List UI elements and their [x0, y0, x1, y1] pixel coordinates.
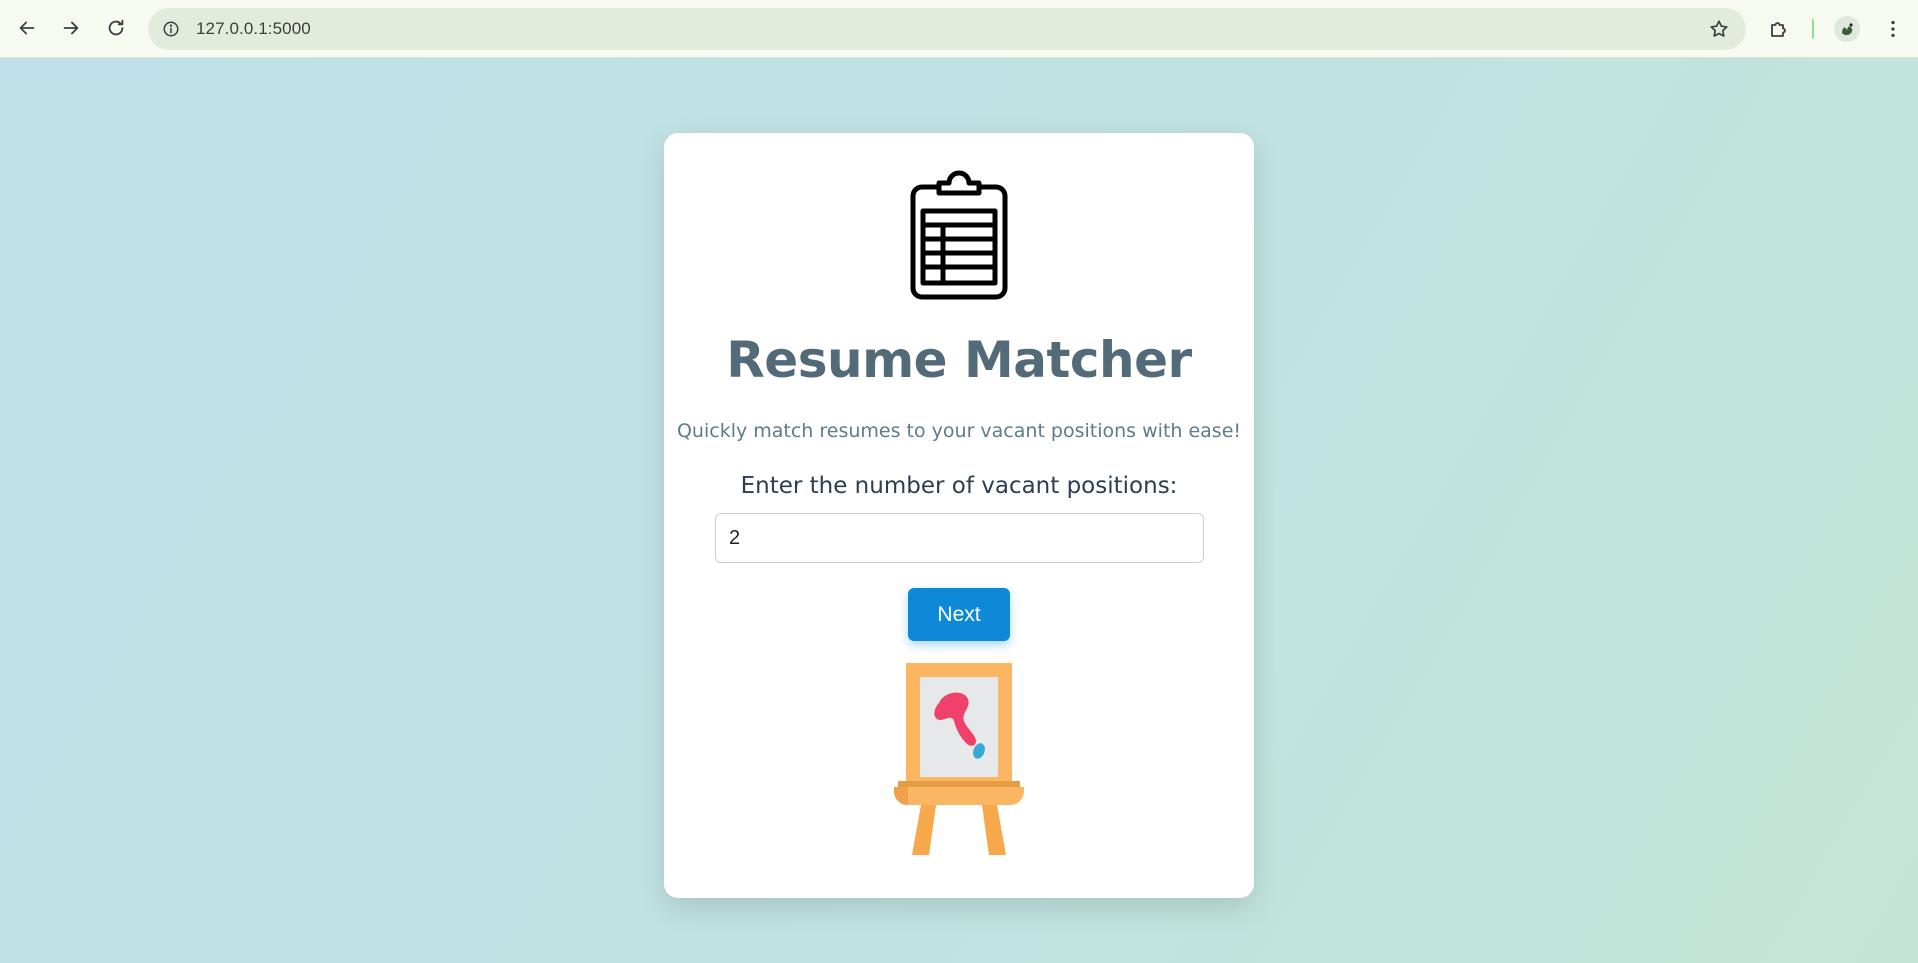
arrow-right-icon	[63, 21, 79, 35]
positions-label: Enter the number of vacant positions:	[740, 473, 1178, 499]
page-subtitle: Quickly match resumes to your vacant pos…	[676, 420, 1242, 442]
next-button[interactable]: Next	[908, 588, 1010, 641]
site-info-button[interactable]	[158, 16, 184, 42]
main-card: Resume Matcher Quickly match resumes to …	[664, 133, 1254, 898]
address-bar[interactable]: 127.0.0.1:5000	[148, 8, 1746, 50]
reload-icon	[108, 19, 124, 36]
positions-input[interactable]	[715, 513, 1204, 563]
profile-icon	[1842, 23, 1853, 35]
arrow-left-icon	[19, 21, 35, 35]
page-viewport: Resume Matcher Quickly match resumes to …	[0, 58, 1918, 963]
back-button[interactable]	[12, 13, 42, 43]
browser-menu-button[interactable]	[1878, 14, 1908, 44]
extensions-button[interactable]	[1764, 14, 1794, 44]
puzzle-icon	[1771, 22, 1786, 37]
star-icon	[1710, 20, 1728, 37]
kebab-menu-icon	[1891, 20, 1895, 38]
browser-toolbar: 127.0.0.1:5000	[0, 0, 1918, 58]
profile-avatar[interactable]	[1834, 16, 1860, 42]
easel-painting-icon	[894, 663, 1024, 855]
forward-button[interactable]	[56, 13, 86, 43]
reload-button[interactable]	[101, 13, 131, 43]
clipboard-table-icon	[910, 170, 1008, 300]
page-title: Resume Matcher	[726, 331, 1192, 389]
bookmark-button[interactable]	[1706, 16, 1732, 42]
url-text[interactable]: 127.0.0.1:5000	[196, 19, 311, 39]
toolbar-divider	[1812, 19, 1814, 39]
info-icon	[163, 21, 179, 37]
